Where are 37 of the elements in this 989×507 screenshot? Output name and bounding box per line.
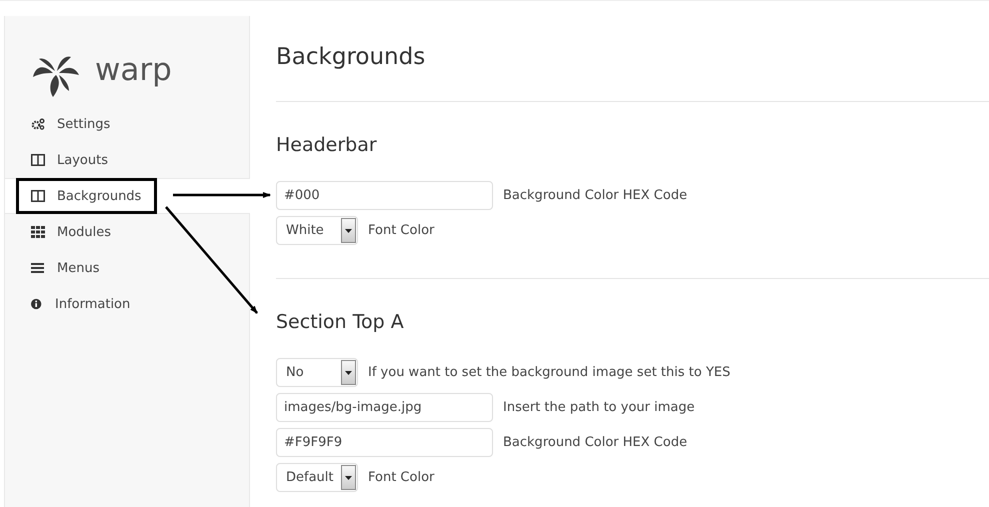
sidebar-item[interactable]: Menus xyxy=(5,250,250,286)
logo-text: warp xyxy=(95,52,172,88)
dropdown[interactable]: Default xyxy=(276,463,358,492)
text-field[interactable]: #000 xyxy=(276,181,493,210)
info-icon xyxy=(31,298,43,310)
menu-icon xyxy=(31,262,45,274)
sidebar-item[interactable]: Backgrounds xyxy=(5,178,250,214)
grid-icon xyxy=(31,226,45,238)
sidebar-item-label: Menus xyxy=(57,260,100,276)
help-text: Insert the path to your image xyxy=(503,400,695,415)
sidebar-item[interactable]: Settings xyxy=(5,106,250,142)
text-field[interactable]: #F9F9F9 xyxy=(276,428,493,457)
sidebar-item[interactable]: Layouts xyxy=(5,142,250,178)
section-title: Headerbar xyxy=(276,133,378,158)
caret-icon xyxy=(345,228,352,232)
text-field[interactable]: images/bg-image.jpg xyxy=(276,393,493,422)
sidebar-item-label: Layouts xyxy=(57,152,108,168)
help-text: Font Color xyxy=(368,470,434,485)
sidebar-item-label: Information xyxy=(55,296,130,312)
sidebar-item-label: Settings xyxy=(57,116,110,132)
section-title: Section Top A xyxy=(276,310,405,335)
help-text: If you want to set the background image set this to YES xyxy=(368,365,730,380)
sidebar-item-label: Modules xyxy=(57,224,112,240)
sidebar-item[interactable]: Modules xyxy=(5,214,250,250)
dropdown[interactable]: White xyxy=(276,216,358,245)
columns-icon xyxy=(31,190,45,202)
sidebar-item-label: Backgrounds xyxy=(57,188,142,204)
help-text: Background Color HEX Code xyxy=(503,435,688,450)
caret-icon xyxy=(345,476,352,480)
sidebar-item[interactable]: Information xyxy=(5,286,250,322)
columns-icon xyxy=(31,154,45,166)
page-title: Backgrounds xyxy=(276,41,989,102)
caret-icon xyxy=(345,370,352,374)
help-text: Font Color xyxy=(368,223,434,238)
gears-icon xyxy=(31,118,45,130)
help-text: Background Color HEX Code xyxy=(503,188,688,203)
dropdown[interactable]: No xyxy=(276,358,358,387)
